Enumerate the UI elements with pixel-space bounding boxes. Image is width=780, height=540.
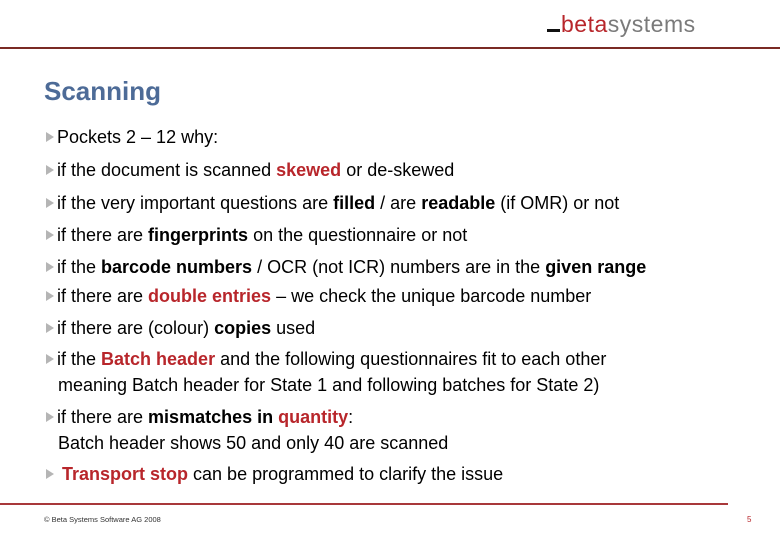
highlight-text: Transport stop [62, 464, 189, 484]
slide-title: Scanning [44, 76, 162, 106]
bullet-item: if there are (colour) copies used [46, 315, 315, 341]
bullet-item: if there are fingerprints on the questio… [46, 222, 467, 248]
bold-text: readable [421, 193, 496, 213]
footer-divider [0, 503, 728, 505]
bullet-item: Transport stop can be programmed to clar… [46, 461, 503, 487]
bold-text: mismatches in [148, 407, 279, 427]
bullet-item: if there are mismatches in quantity: Batc… [46, 404, 448, 456]
bullet-text: and the following questionnaires fit to … [215, 349, 607, 369]
bold-text: given range [545, 257, 647, 277]
bullet-item: if the very important questions are fill… [46, 190, 619, 216]
bullet-text: if there are (colour) [57, 318, 215, 338]
bullet-arrow-icon [46, 165, 54, 175]
bullet-text: : [348, 407, 354, 427]
bullet-text: (if OMR) or not [495, 193, 620, 213]
bullet-item: if the Batch header and the following qu… [46, 346, 606, 398]
bullet-text: Pockets 2 – 12 why: [57, 127, 219, 147]
highlight-text: double entries [148, 286, 272, 306]
bullet-text: if there are [57, 286, 149, 306]
highlight-text: Batch header [101, 349, 216, 369]
bullet-text: – we check the unique barcode number [271, 286, 592, 306]
bullet-text: if the [57, 349, 102, 369]
bold-text: filled [333, 193, 376, 213]
bullet-text: / OCR (not ICR) numbers are in the [252, 257, 546, 277]
bullet-arrow-icon [46, 323, 54, 333]
bullet-arrow-icon [46, 230, 54, 240]
bullet-continuation-text: Batch header shows 50 and only 40 are sc… [58, 433, 449, 453]
logo-underscore-mark [547, 29, 560, 32]
bullet-text: used [271, 318, 316, 338]
bullet-item: Pockets 2 – 12 why: [46, 124, 218, 150]
header-divider [0, 47, 780, 49]
bullet-arrow-icon [46, 198, 54, 208]
bullet-text: / are [375, 193, 422, 213]
bullet-arrow-icon [46, 291, 54, 301]
bullet-text: if there are [57, 407, 149, 427]
bold-text: barcode numbers [101, 257, 253, 277]
bullet-arrow-icon [46, 412, 54, 422]
bullet-text: if there are [57, 225, 149, 245]
page-number: 5 [747, 515, 752, 524]
bold-text: fingerprints [148, 225, 249, 245]
bullet-item: if the barcode numbers / OCR (not ICR) n… [46, 254, 646, 280]
bullet-text: can be programmed to clarify the issue [188, 464, 504, 484]
bullet-text: or de-skewed [341, 160, 455, 180]
bullet-arrow-icon [46, 132, 54, 142]
copyright-text: © Beta Systems Software AG 2008 [44, 515, 161, 524]
bullet-text: on the questionnaire or not [248, 225, 468, 245]
bullet-text: if the [57, 257, 102, 277]
bullet-item: if there are double entries – we check t… [46, 283, 591, 309]
highlight-text: skewed [276, 160, 342, 180]
bullet-continuation-text: meaning Batch header for State 1 and fol… [58, 375, 600, 395]
bullet-arrow-icon [46, 354, 54, 364]
bullet-text: if the very important questions are [57, 193, 334, 213]
bullet-text: if the document is scanned [57, 160, 277, 180]
bullet-arrow-icon [46, 262, 54, 272]
bold-text: copies [214, 318, 272, 338]
bullet-item: if the document is scanned skewed or de-… [46, 157, 454, 183]
highlight-text: quantity [278, 407, 349, 427]
logo-systems-text: systems [607, 11, 696, 37]
bullet-arrow-icon [46, 469, 54, 479]
logo-beta-text: beta [561, 11, 608, 37]
betasystems-logo: betasystems [547, 10, 696, 38]
